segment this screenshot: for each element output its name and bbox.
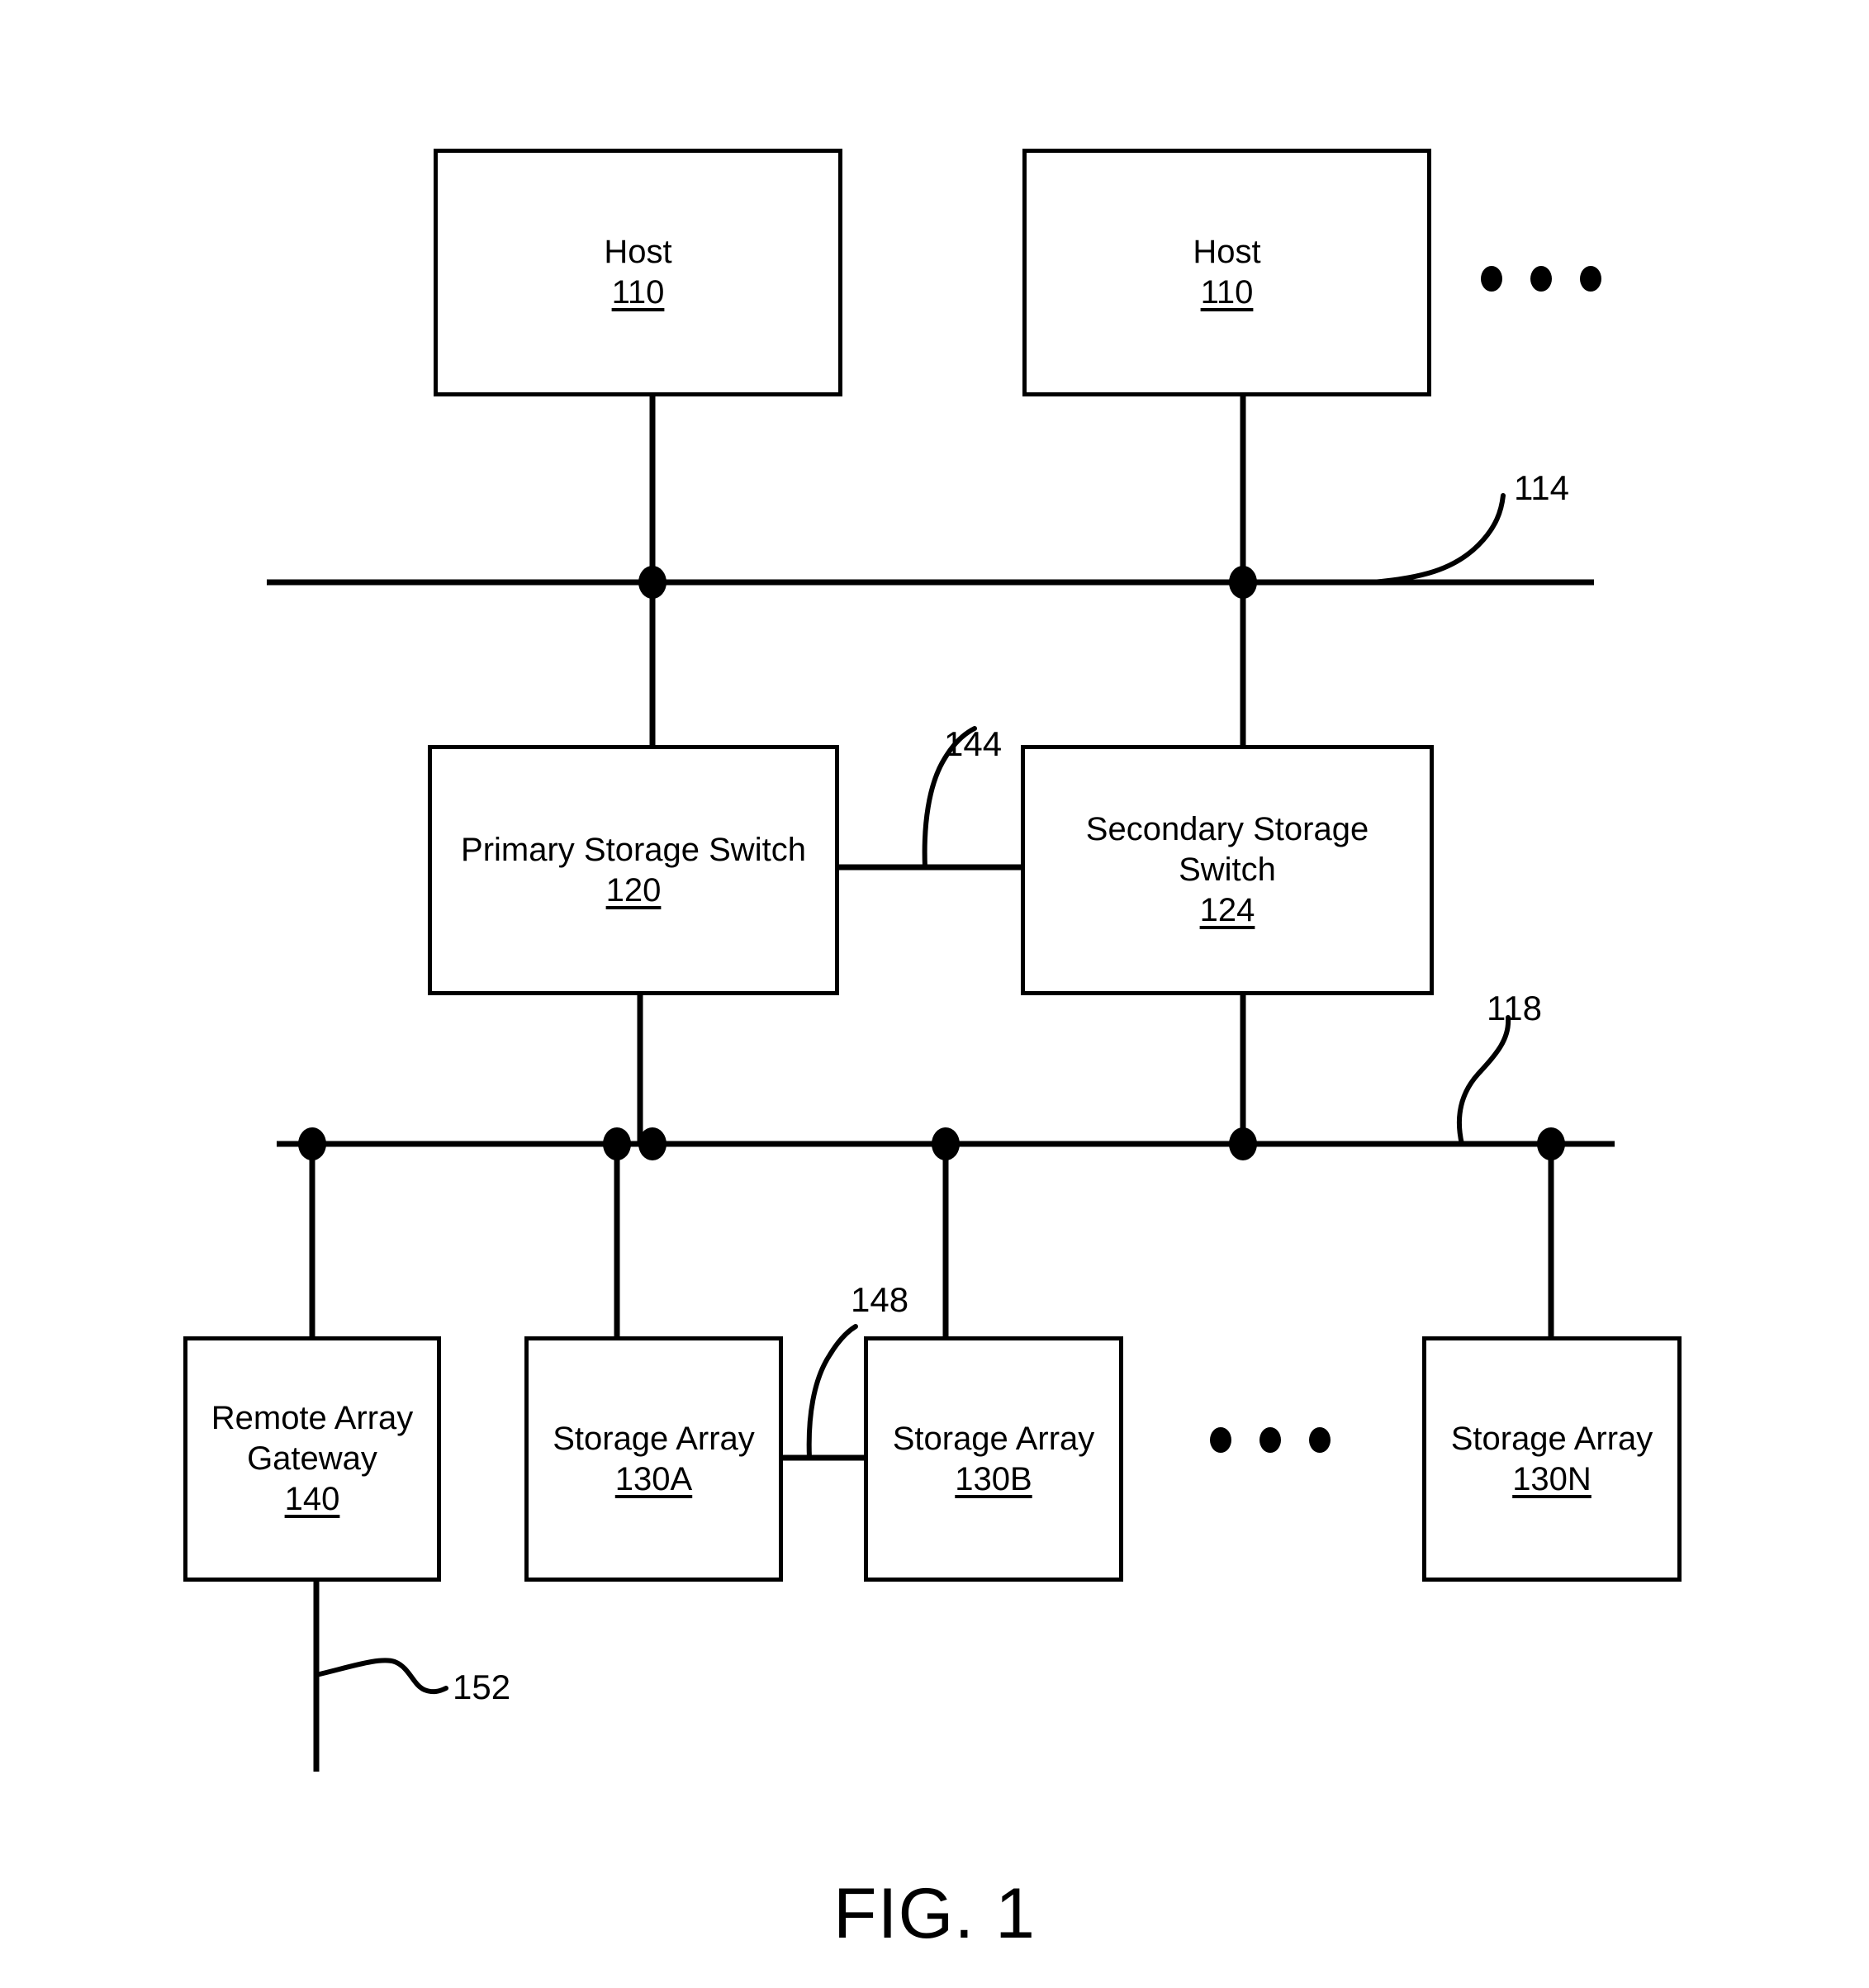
figure-caption: FIG. 1 (833, 1874, 1036, 1953)
node-storage-array-b-title: Storage Array (892, 1420, 1095, 1457)
node-host-b-title: Host (1193, 234, 1261, 271)
node-secondary-storage-switch[interactable]: Secondary Storage Switch 124 (1021, 745, 1434, 995)
node-storage-array-a-ref: 130A (614, 1460, 693, 1497)
leader-line-118 (1457, 1015, 1511, 1146)
node-storage-array-n[interactable]: Storage Array 130N (1422, 1336, 1682, 1582)
reference-label-118: 118 (1487, 989, 1542, 1027)
reference-label-144: 144 (944, 724, 1003, 763)
node-host-a-ref: 110 (611, 274, 665, 311)
node-host-a-title: Host (604, 234, 672, 271)
ellipsis-dot (1530, 266, 1552, 292)
node-storage-array-n-title: Storage Array (1450, 1420, 1653, 1457)
ellipsis-dot (1309, 1427, 1331, 1453)
reference-label-114: 114 (1514, 468, 1569, 507)
junction-dot (932, 1127, 960, 1160)
reference-label-152: 152 (453, 1668, 511, 1706)
junction-dot (298, 1127, 326, 1160)
node-secondary-storage-switch-title: Secondary Storage Switch (1085, 811, 1369, 889)
node-storage-array-b[interactable]: Storage Array 130B (864, 1336, 1123, 1582)
node-storage-array-b-ref: 130B (955, 1460, 1032, 1497)
junction-dot (603, 1127, 631, 1160)
node-primary-storage-switch[interactable]: Primary Storage Switch 120 (428, 745, 839, 995)
ellipsis-dot (1481, 266, 1502, 292)
patent-figure: Host 110 Host 110 114 Primary Storage Sw… (0, 0, 1869, 1988)
junction-dot (1537, 1127, 1565, 1160)
ellipsis-arrays (1210, 1427, 1331, 1453)
node-host-b[interactable]: Host 110 (1022, 149, 1431, 396)
node-remote-array-gateway-ref: 140 (284, 1480, 340, 1517)
node-storage-array-n-ref: 130N (1512, 1460, 1591, 1497)
node-primary-storage-switch-title: Primary Storage Switch (461, 831, 806, 868)
junction-dot (1229, 1127, 1257, 1160)
junction-dot (638, 566, 666, 599)
leader-line-114 (1370, 493, 1506, 585)
reference-label-148: 148 (851, 1280, 909, 1319)
ellipsis-dot (1210, 1427, 1231, 1453)
junction-dot (638, 1127, 666, 1160)
leader-line-152 (314, 1658, 448, 1695)
node-storage-array-a-title: Storage Array (553, 1420, 755, 1457)
node-storage-array-a[interactable]: Storage Array 130A (524, 1336, 783, 1582)
ellipsis-hosts (1481, 266, 1601, 292)
node-secondary-storage-switch-ref: 124 (1199, 891, 1255, 928)
node-remote-array-gateway-title: Remote Array Gateway (211, 1400, 414, 1478)
node-host-b-ref: 110 (1200, 274, 1254, 311)
ellipsis-dot (1580, 266, 1601, 292)
node-primary-storage-switch-ref: 120 (605, 871, 662, 909)
node-remote-array-gateway[interactable]: Remote Array Gateway 140 (183, 1336, 441, 1582)
diagram-lines-layer (267, 396, 1615, 1772)
node-host-a[interactable]: Host 110 (434, 149, 842, 396)
leader-line-148 (806, 1324, 858, 1460)
junction-dot (1229, 566, 1257, 599)
ellipsis-dot (1259, 1427, 1281, 1453)
